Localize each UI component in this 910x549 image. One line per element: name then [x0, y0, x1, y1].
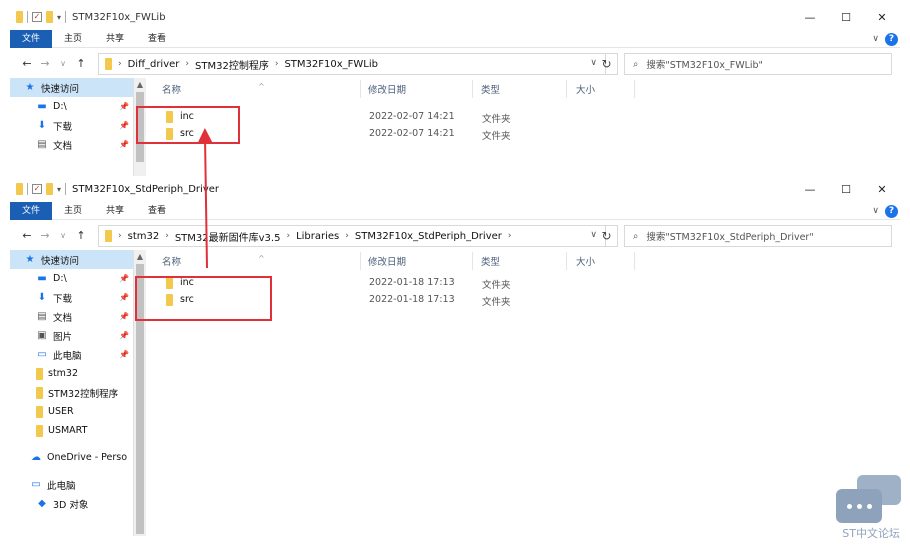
annotation-arrow — [197, 128, 214, 269]
chat-bubble-icon — [836, 489, 882, 523]
watermark-text: ST中文论坛 — [842, 527, 900, 540]
arrow-line — [197, 128, 214, 269]
